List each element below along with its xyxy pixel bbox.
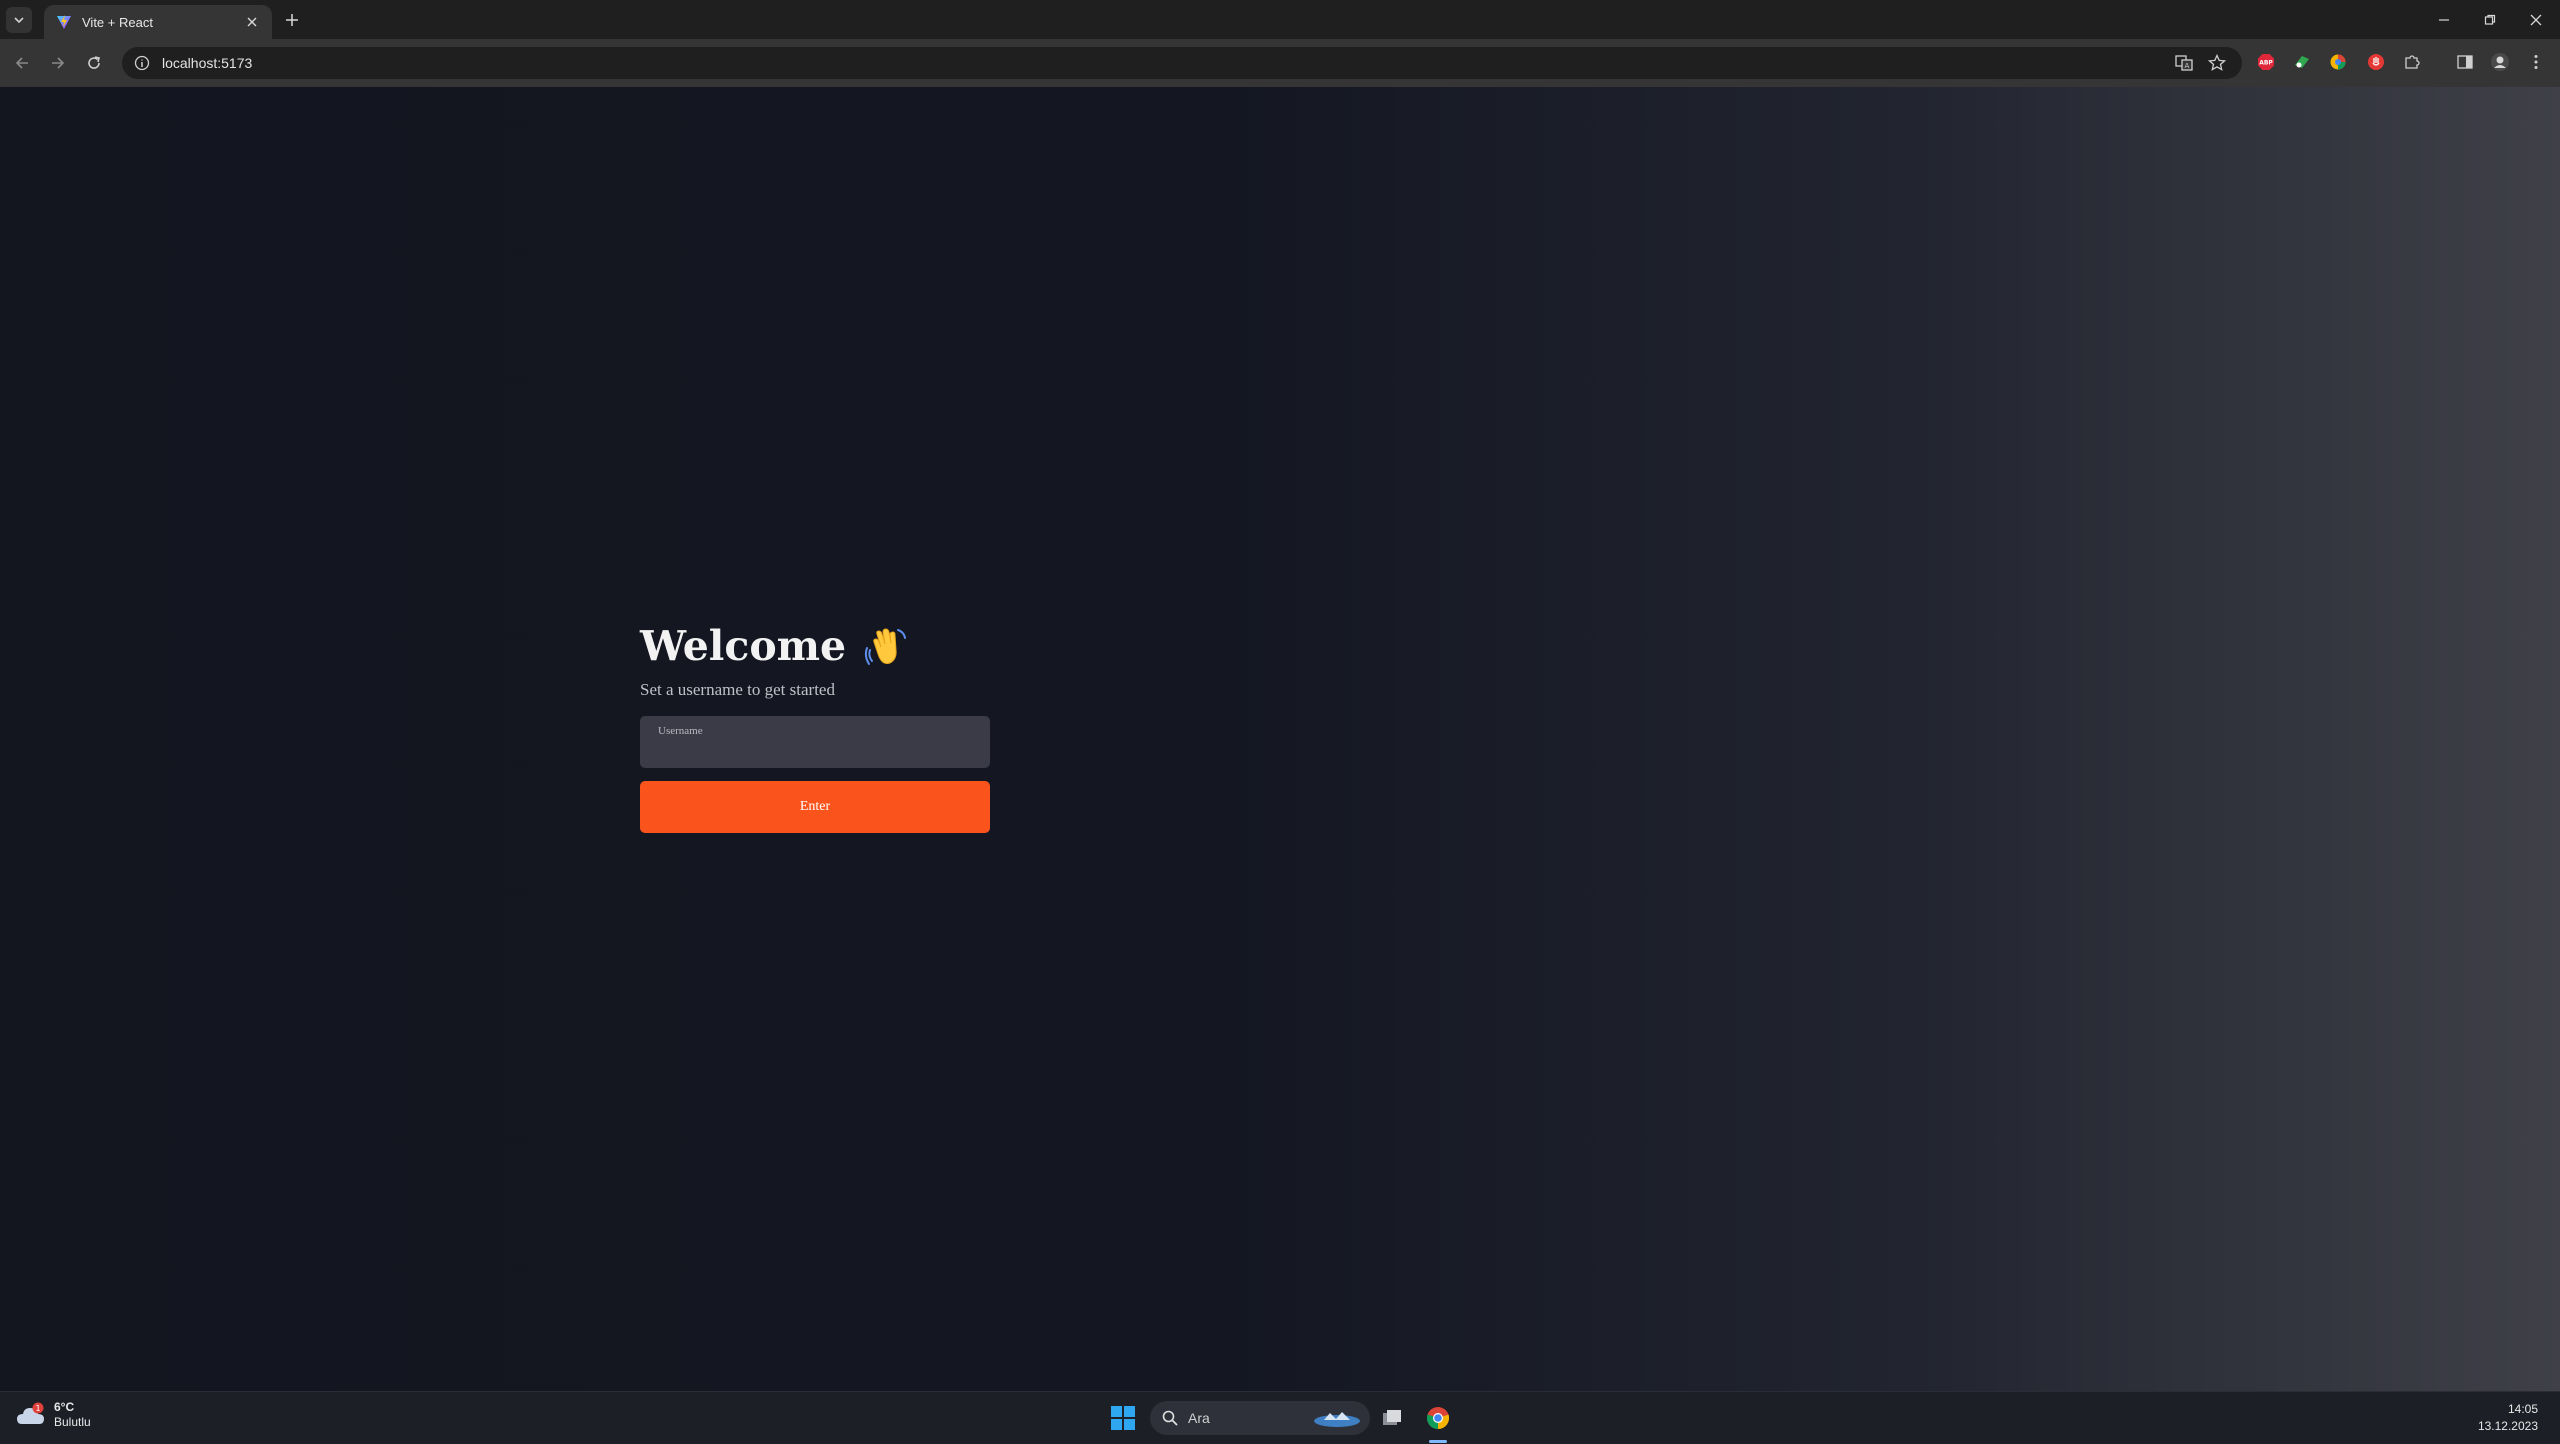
bookmark-star-icon[interactable] [2207, 53, 2227, 73]
welcome-form: Welcome Set a username to get started Us… [640, 622, 990, 833]
menu-kebab-icon[interactable] [2526, 52, 2546, 72]
username-field[interactable]: Username [640, 716, 990, 768]
waving-hand-icon [865, 628, 907, 665]
cloud-weather-icon: 1 [17, 1402, 44, 1424]
profile-avatar-icon[interactable] [2490, 52, 2510, 72]
active-app-indicator [1429, 1440, 1447, 1443]
extension-color-icon[interactable] [2328, 52, 2348, 72]
svg-text:A: A [2185, 62, 2190, 70]
page-title: Welcome [640, 622, 990, 670]
vite-favicon [57, 15, 71, 29]
search-highlight-art-icon [1314, 1412, 1360, 1427]
address-bar[interactable]: localhost:5173 [122, 47, 2242, 79]
browser-tab[interactable]: Vite + React [44, 5, 272, 39]
chrome-taskbar-icon[interactable] [1424, 1404, 1452, 1432]
weather-badge: 1 [35, 1404, 40, 1413]
close-window-icon[interactable] [2514, 0, 2558, 39]
translate-icon[interactable]: A [2174, 53, 2194, 73]
page-viewport: Welcome Set a username to get started Us… [0, 87, 2560, 1391]
weather-widget[interactable]: 1 6°C Bulutlu [16, 1400, 91, 1430]
search-placeholder: Ara [1188, 1410, 1210, 1426]
clock-time: 14:05 [2507, 1402, 2538, 1416]
windows-taskbar: 1 6°C Bulutlu Ara 14:05 13.12.2023 [0, 1391, 2560, 1444]
tab-strip: Vite + React [0, 0, 2560, 39]
browser-toolbar: localhost:5173 A ABP [0, 39, 2560, 87]
tab-search-button[interactable] [6, 7, 32, 33]
forward-icon[interactable] [46, 51, 70, 75]
close-tab-icon[interactable] [242, 12, 262, 32]
taskbar-search[interactable]: Ara [1150, 1401, 1370, 1435]
minimize-icon[interactable] [2422, 0, 2466, 39]
site-info-icon[interactable] [134, 55, 150, 71]
search-icon [1162, 1410, 1178, 1426]
enter-button[interactable]: Enter [640, 781, 990, 833]
task-view-icon[interactable] [1378, 1404, 1406, 1432]
page-subtitle: Set a username to get started [640, 680, 835, 699]
system-clock[interactable]: 14:05 13.12.2023 [2478, 1401, 2538, 1435]
weather-temp: 6°C [54, 1400, 75, 1414]
weather-condition: Bulutlu [54, 1415, 91, 1429]
reload-icon[interactable] [82, 51, 106, 75]
adblock-icon[interactable]: ABP [2256, 52, 2276, 72]
extension-red-icon[interactable] [2366, 52, 2386, 72]
side-panel-icon[interactable] [2455, 52, 2475, 72]
restore-icon[interactable] [2468, 0, 2512, 39]
new-tab-icon[interactable] [280, 8, 304, 32]
adblock-label: ABP [2259, 60, 2273, 67]
welcome-heading: Welcome [640, 622, 847, 670]
chevron-down-icon [14, 17, 24, 24]
username-label: Username [658, 725, 703, 737]
tab-title: Vite + React [82, 14, 153, 30]
username-input[interactable] [658, 740, 968, 762]
windows-start-icon[interactable] [1110, 1405, 1136, 1431]
extensions-puzzle-icon[interactable] [2402, 52, 2422, 72]
url-text: localhost:5173 [162, 55, 253, 71]
clock-date: 13.12.2023 [2477, 1419, 2538, 1433]
extension-green-icon[interactable] [2292, 52, 2312, 72]
back-icon[interactable] [10, 51, 34, 75]
